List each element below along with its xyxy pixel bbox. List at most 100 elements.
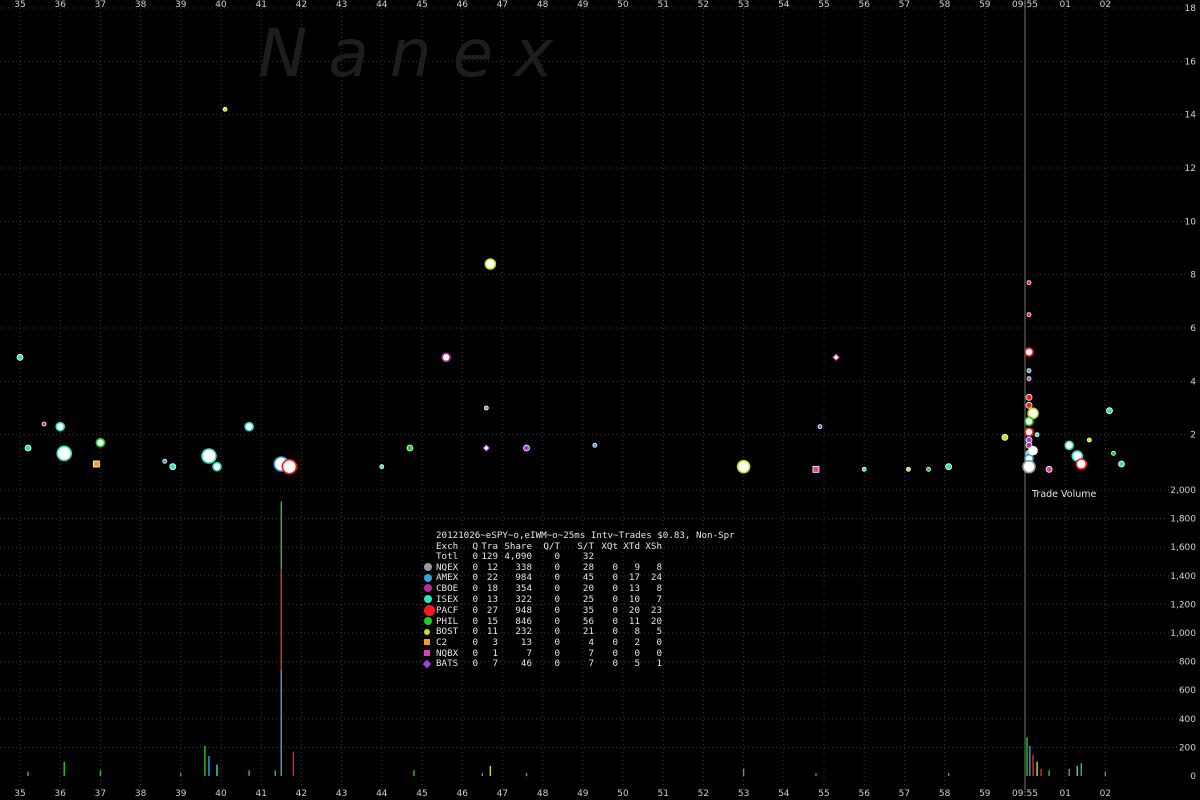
x-tick-label: 44 [376,789,388,799]
y-tick-label: 4 [1190,377,1196,387]
legend-cell: 23 [650,604,662,616]
legend-swatch-cell [424,552,436,563]
x-tick-label: 53 [738,0,749,10]
y-tick-label: 18 [1185,4,1197,14]
exchange-swatch-icon [424,584,432,593]
y-tick-label: 1,800 [1170,515,1196,525]
legend-cell: 25 [582,593,594,605]
ticks-layer: 3535363637373838393940404141424243434444… [14,0,1196,799]
trade-point [1022,459,1036,474]
grid-layer [0,0,1186,790]
x-tick-label: 41 [255,789,266,799]
x-tick-label: 35 [14,0,25,10]
y-tick-label: 6 [1190,324,1196,334]
x-tick-label: 54 [778,789,790,799]
legend-cell: 0 [554,593,560,605]
legend-cell: 7 [588,658,594,670]
legend-row: BOST 0 11 232 0 21 0 8 5 [424,627,662,638]
trade-point [1024,416,1034,427]
x-tick-label: 09:55 [1012,789,1038,799]
y-tick-label: 200 [1179,743,1196,753]
x-tick-label: 52 [698,0,709,10]
legend-row: ISEX 0 13 322 0 25 0 10 7 [424,593,662,606]
y-tick-label: 0 [1190,772,1196,782]
x-tick-label: 57 [899,0,910,10]
legend-cell: ISEX [436,593,459,605]
trade-point [812,465,820,473]
trade-point [41,421,47,427]
x-tick-label: 43 [336,0,347,10]
trade-point [1028,445,1038,456]
trade-point [1034,432,1040,438]
y-tick-label: 14 [1185,111,1197,121]
legend-swatch-cell [424,573,436,584]
legend-cell: 4 [588,636,594,648]
x-tick-label: 02 [1100,0,1111,10]
trade-point [832,353,840,362]
legend-cell: 46 [520,658,532,670]
legend-cell: 2 [634,636,640,648]
x-tick-label: 09:55 [1012,0,1038,10]
trade-point [1001,433,1009,441]
legend-title: 20121026~eSPY~o,eIWM~o~25ms Intv~Trades … [436,530,735,541]
legend-cell: 27 [486,604,498,616]
legend-swatch-cell [424,595,436,606]
legend-row: Totl 0 129 4,090 0 32 [424,552,662,563]
trade-point [1045,465,1053,473]
legend-cell: 13 [628,582,640,594]
x-tick-label: 51 [657,789,668,799]
x-tick-label: 52 [698,789,709,799]
y-tick-label: 1,600 [1170,543,1196,553]
volume-panel-label: Trade Volume [1032,489,1097,500]
x-tick-label: 44 [376,0,388,10]
x-tick-label: 50 [617,0,629,10]
x-tick-label: 46 [456,789,468,799]
trade-point [1106,407,1113,415]
legend-cell: 20 [628,604,640,616]
x-tick-label: 42 [296,0,307,10]
x-tick-label: 56 [858,0,870,10]
trade-point [1111,450,1116,456]
trade-point [523,444,530,452]
trade-point [1026,280,1032,286]
trade-point [55,421,66,432]
legend-row: BATS 0 7 46 0 7 0 5 1 [422,658,662,670]
legend-cell: 0 [612,604,618,616]
legend-cell: 1 [656,658,662,670]
x-tick-label: 38 [135,0,147,10]
legend-cell: PACF [436,604,459,616]
x-tick-label: 35 [14,789,25,799]
trade-point [817,424,823,430]
x-tick-label: 58 [939,0,951,10]
x-tick-label: 50 [617,789,629,799]
trade-point [1024,347,1034,357]
x-tick-label: 45 [416,0,427,10]
x-tick-label: 02 [1100,789,1111,799]
x-tick-label: 56 [858,789,870,799]
legend-cell: 0 [554,582,560,594]
x-tick-label: 36 [54,789,66,799]
exchange-swatch-icon [424,595,432,604]
trade-point [484,258,497,270]
legend-swatch-cell [424,542,436,553]
x-tick-label: 49 [577,789,589,799]
legend-swatch-cell [424,605,436,617]
trade-point [281,458,298,475]
x-tick-label: 40 [215,0,227,10]
legend-cell: 0 [554,658,560,670]
exchange-swatch-icon [422,659,432,668]
legend-row: NQBX 0 1 7 0 7 0 0 0 [424,648,662,660]
x-tick-label: 38 [135,789,147,799]
trade-point [1026,368,1032,374]
legend-swatch-cell [424,627,436,638]
x-tick-label: 48 [537,789,549,799]
x-tick-label: 46 [456,0,468,10]
trade-point [592,442,598,448]
y-tick-label: 2,000 [1170,486,1196,496]
x-tick-label: 51 [657,0,668,10]
x-tick-label: 01 [1059,789,1070,799]
legend-cell: 3 [492,636,498,648]
y-tick-label: 2 [1190,431,1196,441]
trade-point [406,444,414,452]
trade-point [1024,427,1034,437]
